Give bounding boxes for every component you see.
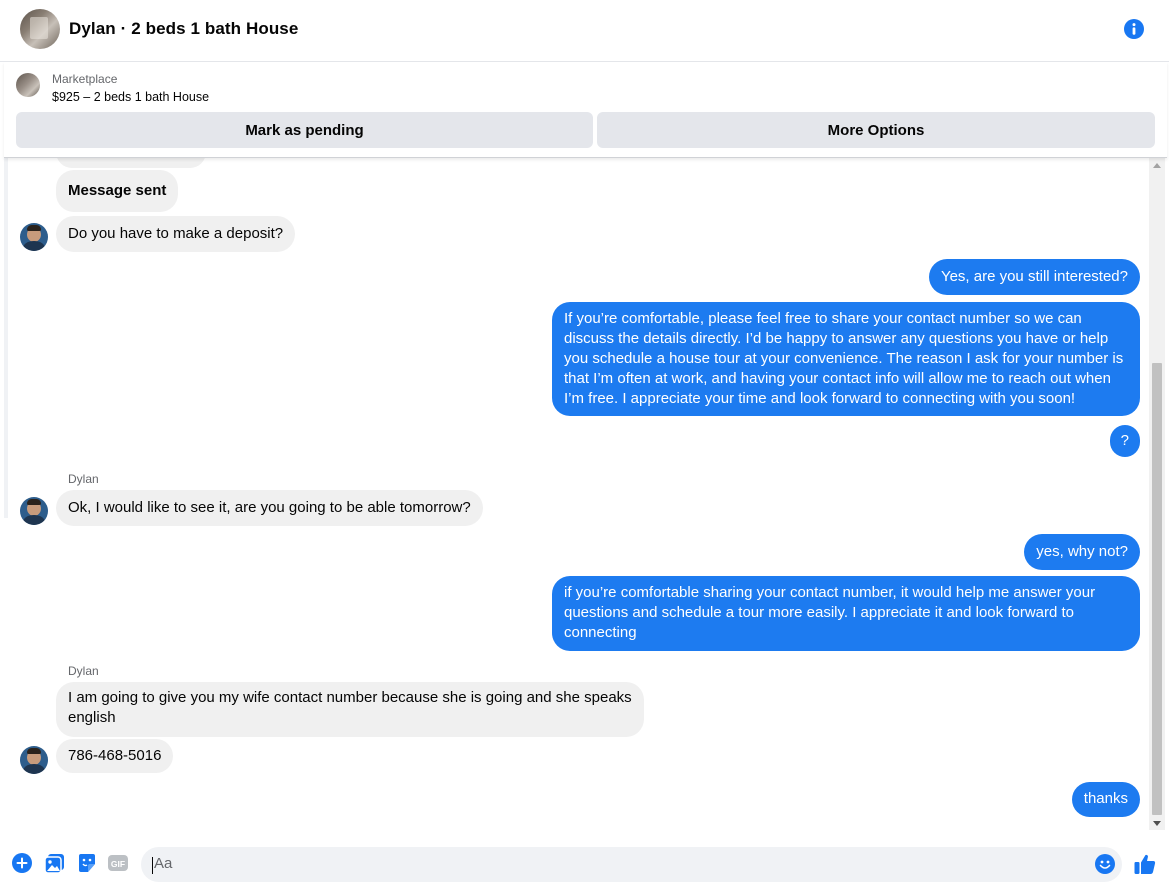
message-composer: GIF Aa: [0, 838, 1169, 889]
dylan-avatar[interactable]: [20, 746, 48, 774]
message-bubble: Do you have to make a deposit?: [56, 216, 296, 252]
gif-icon[interactable]: GIF: [107, 852, 129, 874]
thumbs-up-icon[interactable]: [1133, 852, 1157, 876]
photo-icon[interactable]: [44, 852, 66, 874]
info-icon[interactable]: [1124, 19, 1144, 39]
thread-scrollbar[interactable]: [1149, 158, 1165, 830]
message-bubble: ?: [1109, 425, 1140, 457]
sticker-icon[interactable]: [76, 852, 98, 874]
conversation-title[interactable]: Dylan · 2 beds 1 bath House: [69, 19, 298, 39]
message-thread: Message sent Do you have to make a depos…: [4, 158, 1149, 830]
add-icon[interactable]: [11, 852, 33, 874]
thread-edge: [4, 158, 8, 518]
message-bubble: 786-468-5016: [56, 739, 174, 773]
sender-name: Dylan: [68, 664, 99, 678]
message-input-placeholder: Aa: [154, 855, 173, 872]
marketplace-listing-panel: Marketplace $925 – 2 beds 1 bath House M…: [4, 62, 1167, 158]
scroll-down-arrow-icon[interactable]: [1153, 821, 1161, 826]
message-bubble-clipped: [56, 158, 206, 168]
listing-avatar[interactable]: [20, 9, 60, 49]
sender-name: Dylan: [68, 472, 99, 486]
message-bubble: if you’re comfortable sharing your conta…: [552, 576, 1140, 651]
mark-as-pending-button[interactable]: Mark as pending: [16, 112, 593, 148]
message-bubble: thanks: [1071, 782, 1140, 817]
dylan-avatar[interactable]: [20, 223, 48, 251]
listing-summary[interactable]: $925 – 2 beds 1 bath House: [52, 90, 209, 104]
message-bubble: Ok, I would like to see it, are you goin…: [56, 490, 483, 526]
more-options-button[interactable]: More Options: [597, 112, 1155, 148]
message-bubble: Yes, are you still interested?: [928, 259, 1140, 295]
scrollbar-thumb[interactable]: [1152, 363, 1162, 815]
dylan-avatar[interactable]: [20, 497, 48, 525]
gif-label: GIF: [111, 859, 125, 869]
message-bubble: Message sent: [56, 170, 179, 212]
emoji-icon[interactable]: [1095, 854, 1115, 874]
message-bubble: If you’re comfortable, please feel free …: [552, 302, 1140, 416]
conversation-header: Dylan · 2 beds 1 bath House: [0, 0, 1169, 62]
marketplace-label: Marketplace: [52, 72, 118, 86]
text-caret: [152, 857, 153, 874]
message-input[interactable]: Aa: [141, 847, 1122, 882]
message-bubble: yes, why not?: [1024, 534, 1140, 570]
scroll-up-arrow-icon[interactable]: [1153, 163, 1161, 168]
listing-thumbnail[interactable]: [16, 73, 40, 97]
message-bubble: I am going to give you my wife contact n…: [56, 682, 644, 737]
